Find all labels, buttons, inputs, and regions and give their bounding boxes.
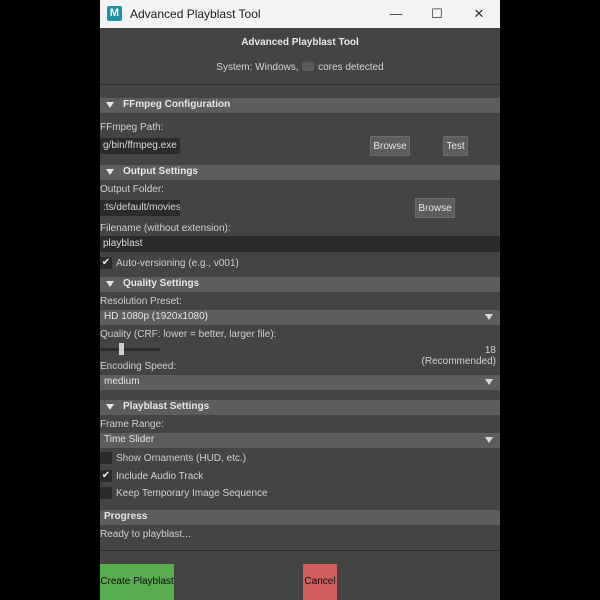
crf-slider-track[interactable] <box>100 348 160 351</box>
cancel-button[interactable]: Cancel <box>303 564 337 600</box>
minimize-icon[interactable]: — <box>374 0 418 28</box>
section-quality-settings[interactable]: Quality Settings <box>100 277 500 292</box>
crf-slider-handle[interactable] <box>118 343 124 355</box>
crf-value-readout: 18 (Recommended) <box>421 345 496 367</box>
keep-temp-sequence-label: Keep Temporary Image Sequence <box>116 488 268 499</box>
resolution-preset-dropdown[interactable]: HD 1080p (1920x1080) <box>100 310 500 325</box>
system-info-suffix: cores detected <box>318 62 384 73</box>
ffmpeg-path-label: FFmpeg Path: <box>100 122 164 133</box>
output-browse-button[interactable]: Browse <box>415 198 455 218</box>
chevron-down-icon <box>485 437 493 443</box>
resolution-preset-value: HD 1080p (1920x1080) <box>104 311 208 322</box>
ffmpeg-test-button[interactable]: Test <box>443 136 468 156</box>
filename-label: Filename (without extension): <box>100 223 231 234</box>
ffmpeg-browse-button[interactable]: Browse <box>370 136 410 156</box>
collapse-arrow-icon[interactable] <box>106 102 114 108</box>
window-title: Advanced Playblast Tool <box>130 7 261 21</box>
section-title: Quality Settings <box>123 278 200 289</box>
title-bar: M Advanced Playblast Tool — ☐ ✕ <box>100 0 500 28</box>
section-title: FFmpeg Configuration <box>123 99 231 110</box>
section-progress: Progress <box>100 510 500 525</box>
section-output-settings[interactable]: Output Settings <box>100 165 500 180</box>
section-playblast-settings[interactable]: Playblast Settings <box>100 400 500 415</box>
encoding-speed-label: Encoding Speed: <box>100 361 177 372</box>
maximize-icon[interactable]: ☐ <box>415 0 459 28</box>
ffmpeg-path-input[interactable]: g/bin/ffmpeg.exe <box>100 138 180 154</box>
keep-temp-sequence-checkbox[interactable] <box>100 487 112 499</box>
playblast-window: M Advanced Playblast Tool — ☐ ✕ Advanced… <box>100 0 500 600</box>
crf-quality-label: Quality (CRF: lower = better, larger fil… <box>100 329 277 340</box>
section-title: Playblast Settings <box>123 401 210 412</box>
frame-range-value: Time Slider <box>104 434 155 445</box>
chevron-down-icon <box>485 379 493 385</box>
section-title: Output Settings <box>123 166 198 177</box>
show-ornaments-label: Show Ornaments (HUD, etc.) <box>116 453 247 464</box>
encoding-speed-dropdown[interactable]: medium <box>100 375 500 390</box>
footer-divider <box>100 550 500 551</box>
encoding-speed-value: medium <box>104 376 140 387</box>
close-icon[interactable]: ✕ <box>457 0 500 28</box>
section-ffmpeg-configuration[interactable]: FFmpeg Configuration <box>100 98 500 113</box>
progress-status: Ready to playblast... <box>100 529 191 540</box>
filename-input[interactable]: playblast <box>100 236 500 252</box>
collapse-arrow-icon[interactable] <box>106 281 114 287</box>
include-audio-label: Include Audio Track <box>116 471 204 482</box>
collapse-arrow-icon[interactable] <box>106 404 114 410</box>
frame-range-dropdown[interactable]: Time Slider <box>100 433 500 448</box>
output-folder-label: Output Folder: <box>100 184 164 195</box>
auto-versioning-label: Auto-versioning (e.g., v001) <box>116 258 239 269</box>
show-ornaments-checkbox[interactable] <box>100 452 112 464</box>
chevron-down-icon <box>485 314 493 320</box>
system-info: System: Windows, cores detected <box>100 62 500 73</box>
include-audio-checkbox[interactable]: ✔ <box>100 470 112 482</box>
maya-app-icon: M <box>107 6 122 21</box>
core-count-redacted <box>302 62 315 71</box>
header-divider <box>100 84 500 85</box>
system-info-prefix: System: Windows, <box>216 62 299 73</box>
collapse-arrow-icon[interactable] <box>106 169 114 175</box>
create-playblast-button[interactable]: Create Playblast <box>100 564 174 600</box>
tool-heading: Advanced Playblast Tool <box>241 37 359 48</box>
output-folder-input[interactable]: :ts/default/movies <box>100 200 180 216</box>
resolution-preset-label: Resolution Preset: <box>100 296 182 307</box>
section-title: Progress <box>104 511 148 522</box>
frame-range-label: Frame Range: <box>100 419 164 430</box>
auto-versioning-checkbox[interactable]: ✔ <box>100 257 112 269</box>
